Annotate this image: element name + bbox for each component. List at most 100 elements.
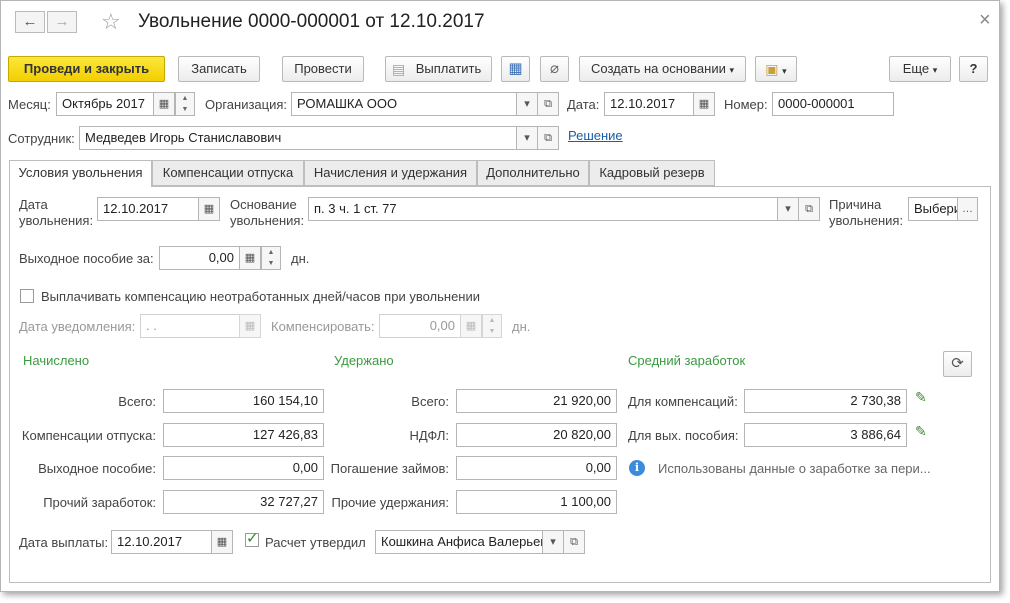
reason-label: Причина <box>829 197 882 212</box>
number-label: Номер: <box>724 97 768 112</box>
print-document-icon: ▣ <box>765 61 779 77</box>
attachment-button[interactable]: ⌀ <box>540 56 569 82</box>
favorite-star-icon[interactable]: ☆ <box>101 9 121 35</box>
approved-by-field[interactable]: Кошкина Анфиса Валерьев <box>375 530 543 554</box>
edit-pencil-icon[interactable]: ✎ <box>915 423 927 440</box>
refresh-icon: ⟳ <box>951 355 964 372</box>
open-icon[interactable]: ⧉ <box>537 126 559 150</box>
pay-button[interactable]: ▤ Выплатить <box>385 56 492 82</box>
severance-stepper[interactable]: ▲ ▼ <box>261 246 281 270</box>
back-button[interactable]: ← <box>15 11 45 33</box>
list-report-icon: ▦ <box>508 60 523 77</box>
info-icon: i <box>629 460 645 476</box>
open-icon[interactable]: ⧉ <box>798 197 820 221</box>
accrued-total-field: 160 154,10 <box>163 389 324 413</box>
more-button[interactable]: Еще ▾ <box>889 56 951 82</box>
select-reason-button[interactable]: … <box>957 197 978 221</box>
other-deductions-field: 1 100,00 <box>456 490 617 514</box>
dismissal-date-field[interactable]: 12.10.2017 <box>97 197 199 221</box>
edit-pencil-icon[interactable]: ✎ <box>915 389 927 406</box>
decision-link[interactable]: Решение <box>568 128 623 143</box>
earnings-info-text: Использованы данные о заработке за пери.… <box>658 461 931 476</box>
calculator-icon[interactable]: ▦ <box>460 314 482 338</box>
forward-button[interactable]: → <box>47 11 77 33</box>
calendar-icon[interactable]: ▦ <box>198 197 220 221</box>
pay-button-label: Выплатить <box>415 61 482 76</box>
tab-vacation-compensation[interactable]: Компенсации отпуска <box>152 160 304 186</box>
average-earnings-heading: Средний заработок <box>628 353 746 368</box>
month-label: Месяц: <box>8 97 51 112</box>
notice-date-field[interactable]: . . <box>140 314 240 338</box>
open-icon[interactable]: ⧉ <box>563 530 585 554</box>
calculator-icon[interactable]: ▦ <box>239 246 261 270</box>
organization-field[interactable]: РОМАШКА ООО <box>291 92 517 116</box>
basis-label-line2: увольнения: <box>230 213 305 228</box>
date-field[interactable]: 12.10.2017 <box>604 92 694 116</box>
pay-compensation-label: Выплачивать компенсацию неотработанных д… <box>41 289 481 304</box>
other-earnings-field: 32 727,27 <box>163 490 324 514</box>
refresh-button[interactable]: ⟳ <box>943 351 972 377</box>
tab-panel <box>9 186 991 583</box>
compensate-label: Компенсировать: <box>271 319 375 334</box>
chevron-down-icon[interactable]: ▾ <box>777 197 799 221</box>
chevron-down-icon: ▾ <box>729 65 735 75</box>
chevron-down-icon[interactable]: ▾ <box>542 530 564 554</box>
close-icon[interactable]: × <box>979 9 991 32</box>
arrow-left-icon: ← <box>22 13 38 30</box>
create-based-on-label: Создать на основании <box>590 61 726 76</box>
document-window: ← → ☆ Увольнение 0000-000001 от 12.10.20… <box>0 0 1000 592</box>
calendar-icon[interactable]: ▦ <box>239 314 261 338</box>
accrued-heading: Начислено <box>23 353 90 368</box>
employee-field[interactable]: Медведев Игорь Станиславович <box>79 126 517 150</box>
chevron-down-icon: ▾ <box>782 66 787 76</box>
employee-label: Сотрудник: <box>8 131 75 146</box>
loans-repayment-field: 0,00 <box>456 456 617 480</box>
ndfl-field: 20 820,00 <box>456 423 617 447</box>
help-button[interactable]: ? <box>959 56 988 82</box>
accrued-total-label: Всего: <box>118 394 156 409</box>
chevron-down-icon: ▾ <box>932 65 938 75</box>
for-severance-field: 3 886,64 <box>744 423 907 447</box>
window-title: Увольнение 0000-000001 от 12.10.2017 <box>138 11 485 32</box>
tab-additional[interactable]: Дополнительно <box>477 160 589 186</box>
withheld-heading: Удержано <box>334 353 394 368</box>
calculation-approved-checkbox[interactable]: ✓ <box>245 530 259 547</box>
post-button[interactable]: Провести <box>282 56 364 82</box>
create-based-on-button[interactable]: Создать на основании ▾ <box>579 56 746 82</box>
withheld-total-label: Всего: <box>411 394 449 409</box>
active-tab-joint <box>10 186 151 188</box>
dismissal-basis-field[interactable]: п. 3 ч. 1 ст. 77 <box>308 197 778 221</box>
severance-days-field[interactable]: 0,00 <box>159 246 240 270</box>
month-stepper[interactable]: ▲ ▼ <box>175 92 195 116</box>
print-menu-button[interactable]: ▣ ▾ <box>755 56 797 82</box>
compensate-days-field[interactable]: 0,00 <box>379 314 461 338</box>
paperclip-icon: ⌀ <box>549 60 560 77</box>
date-label: Дата: <box>567 97 600 112</box>
calendar-icon[interactable]: ▦ <box>211 530 233 554</box>
month-field[interactable]: Октябрь 2017 <box>56 92 154 116</box>
basis-label: Основание <box>230 197 297 212</box>
calculation-approved-label: Расчет утвердил <box>265 535 366 550</box>
calendar-icon[interactable]: ▦ <box>153 92 175 116</box>
number-field[interactable]: 0000-000001 <box>772 92 894 116</box>
post-and-close-button[interactable]: Проведи и закрыть <box>8 56 165 82</box>
open-icon[interactable]: ⧉ <box>537 92 559 116</box>
tab-personnel-reserve[interactable]: Кадровый резерв <box>589 160 715 186</box>
chevron-down-icon[interactable]: ▾ <box>516 126 538 150</box>
document-pay-icon: ▤ <box>392 61 406 77</box>
save-button[interactable]: Записать <box>178 56 260 82</box>
pay-compensation-checkbox[interactable] <box>20 289 34 303</box>
notice-date-label: Дата уведомления: <box>19 319 136 334</box>
for-compensation-label: Для компенсаций: <box>628 394 738 409</box>
chevron-down-icon[interactable]: ▾ <box>516 92 538 116</box>
calendar-icon[interactable]: ▦ <box>693 92 715 116</box>
tab-dismissal-conditions[interactable]: Условия увольнения <box>9 160 152 187</box>
dismissal-reason-field[interactable]: Выбери <box>908 197 958 221</box>
compensate-stepper[interactable]: ▲ ▼ <box>482 314 502 338</box>
withheld-total-field: 21 920,00 <box>456 389 617 413</box>
tab-accruals-deductions[interactable]: Начисления и удержания <box>304 160 477 186</box>
pay-date-field[interactable]: 12.10.2017 <box>111 530 212 554</box>
vacation-compensation-field: 127 426,83 <box>163 423 324 447</box>
ndfl-label: НДФЛ: <box>409 428 449 443</box>
report-button[interactable]: ▦ <box>501 56 530 82</box>
